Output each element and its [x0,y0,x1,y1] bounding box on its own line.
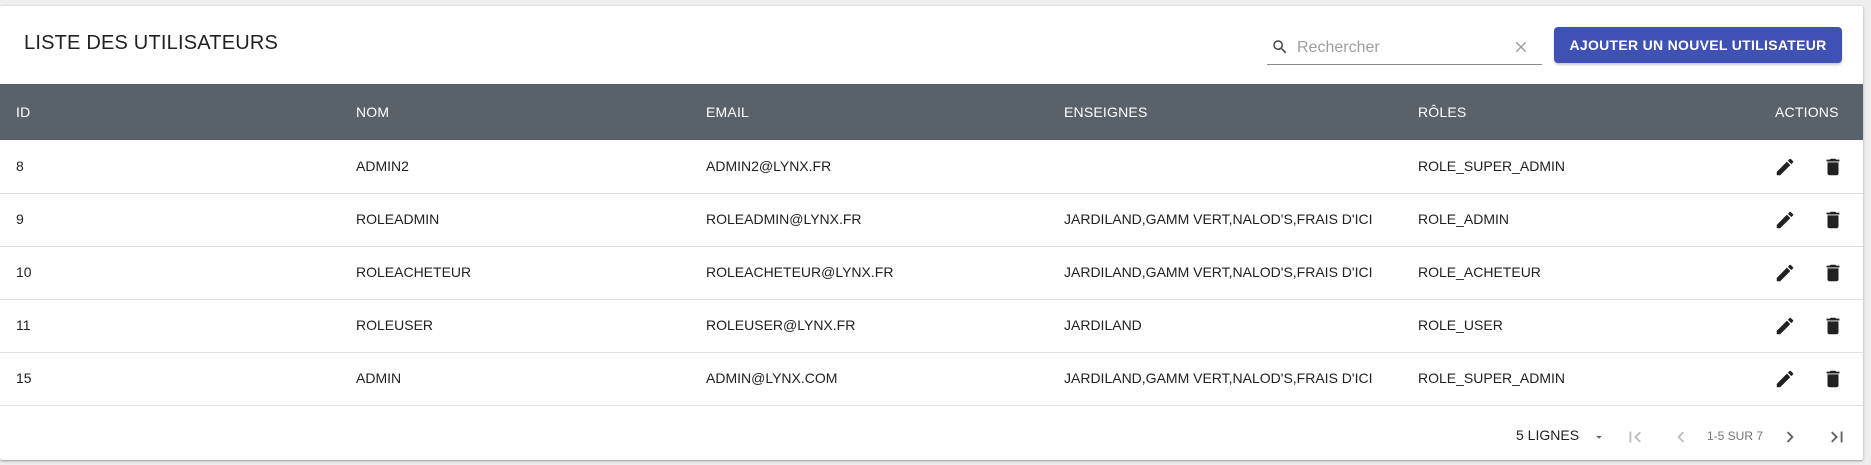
pencil-icon[interactable] [1774,209,1796,231]
pencil-icon[interactable] [1774,368,1796,390]
table-row[interactable]: 8 ADMIN2 ADMIN2@LYNX.FR ROLE_SUPER_ADMIN [0,140,1863,194]
column-header-actions: ACTIONS [1775,104,1839,120]
cell-nom: ADMIN2 [356,158,409,174]
table-header: ID NOM EMAIL ENSEIGNES RÔLES ACTIONS [0,84,1863,140]
page-title: LISTE DES UTILISATEURS [24,32,279,54]
cell-roles: ROLE_SUPER_ADMIN [1418,370,1566,386]
rows-per-page-select[interactable]: 5 LIGNES [1516,427,1602,443]
cell-roles: ROLE_SUPER_ADMIN [1418,158,1566,174]
cell-nom: ROLEADMIN [356,211,440,227]
cell-id: 11 [16,317,31,333]
column-header-enseignes[interactable]: ENSEIGNES [1064,84,1148,140]
trash-icon[interactable] [1822,262,1844,284]
add-user-button[interactable]: AJOUTER UN NOUVEL UTILISATEUR [1554,27,1842,63]
table-toolbar: LISTE DES UTILISATEURS AJOUTER UN NOUVEL… [0,6,1863,84]
cell-enseignes: JARDILAND,GAMM VERT,NALOD'S,FRAIS D'ICI [1064,211,1373,227]
cell-email: ROLEUSER@LYNX.FR [706,317,856,333]
cell-email: ADMIN2@LYNX.FR [706,158,832,174]
cell-id: 15 [16,370,32,386]
cell-email: ADMIN@LYNX.COM [706,370,838,386]
cell-roles: ROLE_USER [1418,317,1503,333]
cell-nom: ROLEUSER [356,317,434,333]
trash-icon[interactable] [1822,315,1844,337]
cell-roles: ROLE_ADMIN [1418,211,1510,227]
column-header-nom[interactable]: NOM [356,84,389,140]
trash-icon[interactable] [1822,156,1844,178]
column-header-roles[interactable]: RÔLES [1418,84,1466,140]
rows-per-page-label: 5 LIGNES [1516,427,1580,443]
cell-roles: ROLE_ACHETEUR [1418,264,1541,280]
cell-email: ROLEADMIN@LYNX.FR [706,211,862,227]
cell-nom: ADMIN [356,370,402,386]
users-card: LISTE DES UTILISATEURS AJOUTER UN NOUVEL… [0,6,1863,460]
table-row[interactable]: 10 ROLEACHETEUR ROLEACHETEUR@LYNX.FR JARDIL… [0,246,1863,300]
cell-enseignes: JARDILAND [1064,317,1142,333]
table-row[interactable]: 9 ROLEADMIN ROLEADMIN@LYNX.FR JARDILAND,GAM… [0,193,1863,247]
cell-id: 8 [16,158,24,174]
cell-enseignes: JARDILAND,GAMM VERT,NALOD'S,FRAIS D'ICI [1064,264,1373,280]
trash-icon[interactable] [1822,368,1844,390]
column-header-id[interactable]: ID [16,84,30,140]
search-icon [1273,40,1287,54]
last-page-icon[interactable] [1826,426,1848,448]
cell-email: ROLEACHETEUR@LYNX.FR [706,264,894,280]
search-field[interactable] [1267,30,1542,65]
chevron-left-icon[interactable] [1670,426,1692,448]
trash-icon[interactable] [1822,209,1844,231]
search-input[interactable] [1295,34,1509,62]
cell-nom: ROLEACHETEUR [356,264,472,280]
caret-down-icon [1596,435,1602,439]
pencil-icon[interactable] [1774,156,1796,178]
column-header-email[interactable]: EMAIL [706,84,749,140]
table-pagination: 5 LIGNES 1-5 SUR 7 [0,413,1863,460]
cell-id: 9 [16,211,24,227]
first-page-icon[interactable] [1624,426,1646,448]
cell-id: 10 [16,264,32,280]
cell-enseignes: JARDILAND,GAMM VERT,NALOD'S,FRAIS D'ICI [1064,370,1373,386]
pencil-icon[interactable] [1774,262,1796,284]
pagination-range: 1-5 SUR 7 [1707,429,1764,443]
chevron-right-icon[interactable] [1779,426,1801,448]
close-icon[interactable] [1512,38,1530,56]
pencil-icon[interactable] [1774,315,1796,337]
table-row[interactable]: 15 ADMIN ADMIN@LYNX.COM JARDILAND,GAMM VERT… [0,352,1863,406]
table-row[interactable]: 11 ROLEUSER ROLEUSER@LYNX.FR JARDILAND ROLE_… [0,299,1863,353]
